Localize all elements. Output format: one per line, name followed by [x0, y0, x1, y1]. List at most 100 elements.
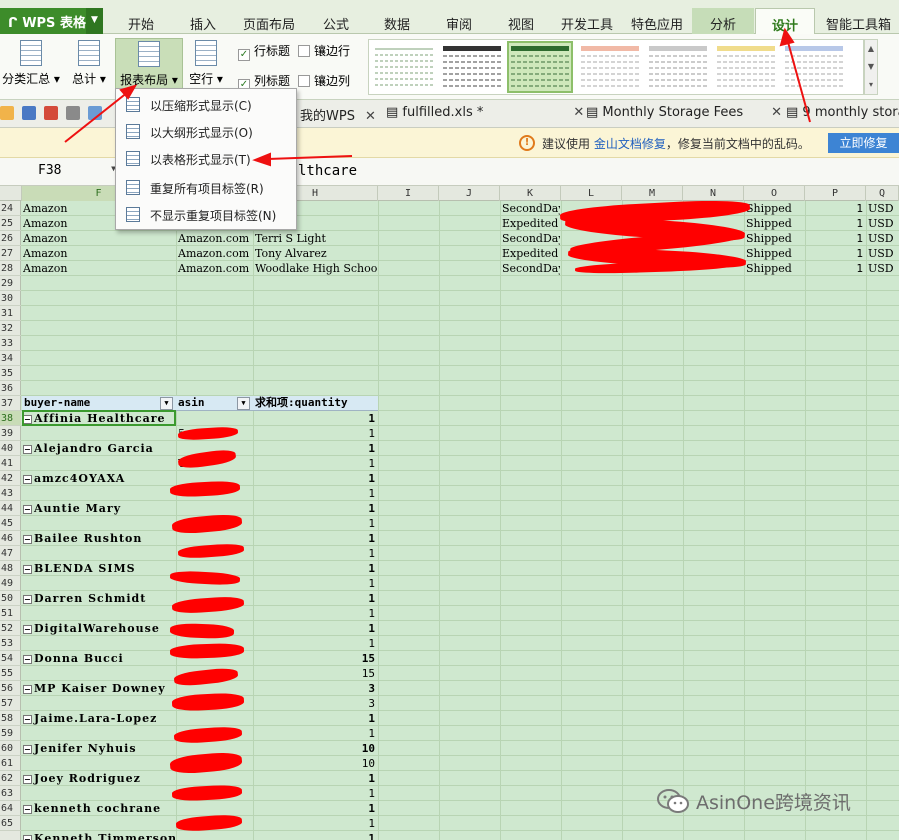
filter-dropdown-icon[interactable]: ▼: [160, 397, 173, 410]
tab-special-apps[interactable]: 特色应用: [622, 8, 692, 34]
pivot-item-qty[interactable]: 10: [255, 756, 375, 771]
pivot-item-qty[interactable]: 1: [255, 636, 375, 651]
doc-tab-monthly-storage[interactable]: ▤ 9 monthly storag: [786, 105, 899, 120]
pivot-field-quantity-sum[interactable]: 求和项:quantity: [253, 396, 378, 411]
column-header[interactable]: P: [805, 186, 866, 201]
pivot-group-total[interactable]: 1: [255, 441, 375, 456]
pivot-field-buyer-name[interactable]: buyer-name ▼: [22, 396, 176, 411]
menu-item-compact-form[interactable]: 以压缩形式显示(C): [116, 91, 296, 118]
collapse-icon[interactable]: −: [23, 685, 32, 694]
pivot-group-label[interactable]: − kenneth cochrane: [23, 801, 175, 816]
pivot-group-label[interactable]: − DigitalWarehouse: [23, 621, 175, 636]
pivot-group-total[interactable]: 1: [255, 711, 375, 726]
collapse-icon[interactable]: −: [23, 595, 32, 604]
row-header[interactable]: 58: [0, 711, 21, 726]
style-swatch-3-selected[interactable]: [507, 41, 573, 93]
name-box[interactable]: F38 ▼: [0, 161, 120, 183]
row-header[interactable]: 54: [0, 651, 21, 666]
pivot-group-total[interactable]: 1: [255, 591, 375, 606]
filter-dropdown-icon[interactable]: ▼: [237, 397, 250, 410]
row-header[interactable]: 50: [0, 591, 21, 606]
cell-status[interactable]: Shipped: [746, 231, 804, 246]
column-header[interactable]: M: [622, 186, 683, 201]
chevron-down-icon[interactable]: ▼: [86, 8, 103, 34]
collapse-icon[interactable]: −: [23, 835, 32, 840]
preview-icon[interactable]: [88, 106, 102, 120]
column-header[interactable]: Q: [866, 186, 899, 201]
print-icon[interactable]: [66, 106, 80, 120]
open-folder-icon[interactable]: [0, 106, 14, 120]
fix-now-button[interactable]: 立即修复: [828, 133, 899, 153]
row-header[interactable]: 60: [0, 741, 21, 756]
cell-status[interactable]: Shipped: [746, 246, 804, 261]
row-header[interactable]: 65: [0, 816, 21, 831]
cell-currency[interactable]: USD: [868, 261, 898, 276]
style-swatch-2[interactable]: [441, 43, 503, 91]
row-header[interactable]: 24: [0, 201, 21, 216]
row-header[interactable]: 38: [0, 411, 21, 426]
cell-ship-service[interactable]: Expedited: [502, 246, 560, 261]
pivot-group-label[interactable]: − Alejandro Garcia: [23, 441, 175, 456]
pivot-group-label[interactable]: − Kenneth Timmerson: [23, 831, 175, 840]
tab-review[interactable]: 审阅: [428, 8, 490, 34]
tab-view[interactable]: 视图: [490, 8, 552, 34]
row-header[interactable]: 62: [0, 771, 21, 786]
cell-qty[interactable]: 1: [807, 246, 863, 261]
row-header[interactable]: 25: [0, 216, 21, 231]
pdf-icon[interactable]: [44, 106, 58, 120]
row-header[interactable]: 33: [0, 336, 21, 351]
style-gallery-scroll[interactable]: ▲ ▼ ▾: [864, 39, 878, 95]
row-header[interactable]: 37: [0, 396, 21, 411]
column-header[interactable]: I: [378, 186, 439, 201]
pivot-group-label[interactable]: − Jenifer Nyhuis: [23, 741, 175, 756]
gallery-expand-icon[interactable]: ▾: [865, 76, 877, 94]
row-header[interactable]: 27: [0, 246, 21, 261]
pivot-item-qty[interactable]: 1: [255, 786, 375, 801]
collapse-icon[interactable]: −: [23, 805, 32, 814]
column-header[interactable]: K: [500, 186, 561, 201]
select-all-corner[interactable]: [0, 186, 22, 201]
row-header[interactable]: 59: [0, 726, 21, 741]
tab-formulas[interactable]: 公式: [306, 8, 366, 34]
banded-cols-checkbox[interactable]: 镶边列: [298, 72, 350, 89]
row-header[interactable]: 53: [0, 636, 21, 651]
cell-marketplace[interactable]: Amazon.com: [178, 246, 252, 261]
close-icon[interactable]: ✕: [365, 109, 376, 124]
pivot-group-label[interactable]: − MP Kaiser Downey: [23, 681, 175, 696]
tab-page-layout[interactable]: 页面布局: [232, 8, 306, 34]
grand-total-button[interactable]: 总计 ▾: [66, 38, 112, 96]
style-swatch-1[interactable]: [373, 43, 435, 91]
pivot-group-label[interactable]: − Donna Bucci: [23, 651, 175, 666]
row-header[interactable]: 61: [0, 756, 21, 771]
row-header[interactable]: 56: [0, 681, 21, 696]
collapse-icon[interactable]: −: [23, 475, 32, 484]
row-header[interactable]: 49: [0, 576, 21, 591]
scroll-up-icon[interactable]: ▲: [865, 40, 877, 58]
pivot-group-label[interactable]: − Jaime.Lara-Lopez: [23, 711, 175, 726]
style-swatch-5[interactable]: [647, 43, 709, 91]
row-header[interactable]: 43: [0, 486, 21, 501]
close-icon[interactable]: ✕: [573, 105, 584, 120]
cell-qty[interactable]: 1: [807, 216, 863, 231]
pivot-group-total[interactable]: 1: [255, 801, 375, 816]
pivot-group-total[interactable]: 3: [255, 681, 375, 696]
column-header[interactable]: O: [744, 186, 805, 201]
collapse-icon[interactable]: −: [23, 445, 32, 454]
column-header[interactable]: J: [439, 186, 500, 201]
pivot-group-total[interactable]: 1: [255, 831, 375, 840]
cell-ship-service[interactable]: SecondDay: [502, 261, 560, 276]
row-header[interactable]: 30: [0, 291, 21, 306]
cell-ship-service[interactable]: SecondDay: [502, 201, 560, 216]
collapse-icon[interactable]: −: [23, 625, 32, 634]
collapse-icon[interactable]: −: [23, 745, 32, 754]
pivot-group-total[interactable]: 1: [255, 561, 375, 576]
collapse-icon[interactable]: −: [23, 505, 32, 514]
style-swatch-7[interactable]: [783, 43, 845, 91]
row-header[interactable]: 41: [0, 456, 21, 471]
active-cell-F38[interactable]: [22, 410, 176, 426]
row-header[interactable]: 36: [0, 381, 21, 396]
pivot-item-qty[interactable]: 1: [255, 426, 375, 441]
doc-tab-my-wps[interactable]: 我的WPS ✕: [300, 105, 376, 124]
tab-analysis[interactable]: 分析: [692, 8, 754, 34]
row-header[interactable]: 26: [0, 231, 21, 246]
